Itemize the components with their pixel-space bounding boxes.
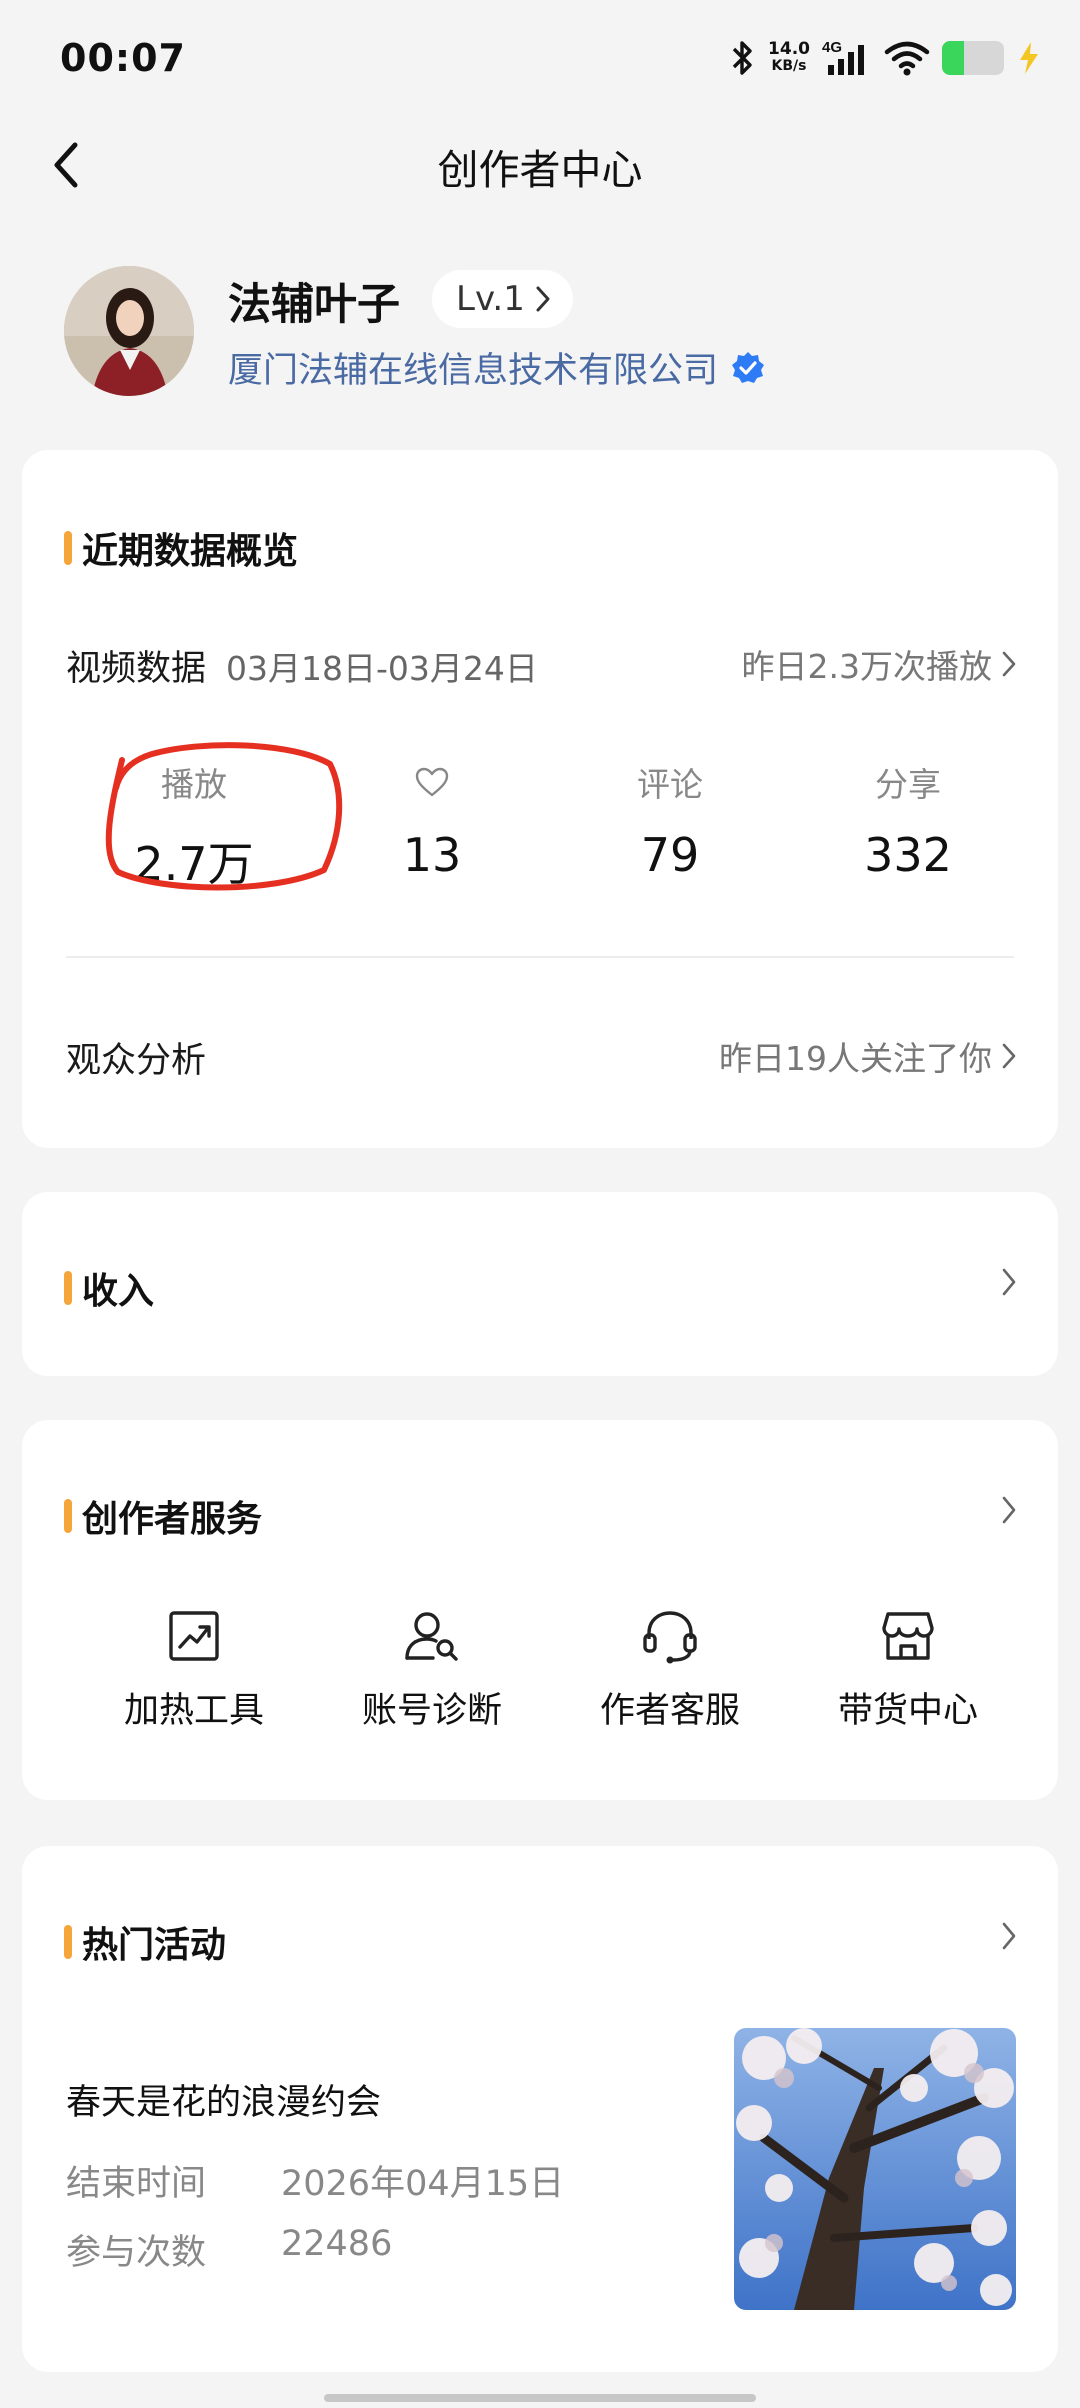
- activity-item[interactable]: 春天是花的浪漫约会 结束时间 2026年04月15日 参与次数 22486: [66, 2074, 564, 2275]
- overview-title: 近期数据概览: [64, 522, 298, 574]
- end-time-value: 2026年04月15日: [281, 2164, 565, 2204]
- chevron-right-icon: [536, 286, 550, 312]
- chevron-right-icon[interactable]: [1002, 1922, 1016, 1950]
- store-icon: [882, 1612, 934, 1660]
- video-data-row: 视频数据 03月18日-03月24日: [66, 640, 538, 691]
- chevron-right-icon: [1002, 651, 1016, 677]
- signal-icon: 4G: [822, 39, 864, 75]
- service-account-diagnosis[interactable]: 账号诊断: [322, 1606, 542, 1733]
- chevron-right-icon[interactable]: [1002, 1496, 1016, 1524]
- stat-comments[interactable]: 评论 79: [560, 762, 780, 882]
- accent-bar: [64, 1925, 72, 1959]
- activities-title: 热门活动: [64, 1916, 226, 1968]
- net-speed: 14.0 KB/s: [768, 39, 810, 75]
- level-label: Lv.1: [456, 279, 525, 319]
- stat-shares[interactable]: 分享 332: [798, 762, 1018, 882]
- heart-icon: [415, 767, 449, 797]
- highlight-circle-annotation: [105, 742, 343, 891]
- charging-icon: [1020, 42, 1038, 74]
- cherry-blossom-image: [734, 2028, 1016, 2310]
- company-row[interactable]: 厦门法辅在线信息技术有限公司: [228, 342, 766, 393]
- headset-icon: [643, 1611, 697, 1664]
- service-label: 账号诊断: [361, 1691, 502, 1731]
- chevron-right-icon: [1002, 1043, 1016, 1069]
- user-search-icon: [405, 1612, 458, 1661]
- service-label: 加热工具: [123, 1691, 264, 1731]
- creator-services-card: 创作者服务 加热工具 账号诊断 作者客服 带货中心: [22, 1420, 1058, 1800]
- accent-bar: [64, 1499, 72, 1533]
- overview-card: 近期数据概览 视频数据 03月18日-03月24日 昨日2.3万次播放 播放 2…: [22, 450, 1058, 1148]
- service-author-support[interactable]: 作者客服: [560, 1606, 780, 1733]
- company-name: 厦门法辅在线信息技术有限公司: [228, 351, 719, 391]
- audience-analysis-link[interactable]: 昨日19人关注了你: [719, 1032, 1016, 1080]
- services-title: 创作者服务: [64, 1490, 262, 1542]
- hot-activities-card: 热门活动 春天是花的浪漫约会 结束时间 2026年04月15日 参与次数 224…: [22, 1846, 1058, 2372]
- avatar[interactable]: [64, 266, 194, 396]
- service-boost-tool[interactable]: 加热工具: [84, 1606, 304, 1733]
- network-type: 4G: [822, 39, 842, 56]
- activity-end-row: 结束时间 2026年04月15日: [66, 2155, 564, 2206]
- wifi-icon: [884, 41, 930, 76]
- yesterday-plays-link[interactable]: 昨日2.3万次播放: [742, 640, 1016, 688]
- user-name: 法辅叶子: [228, 280, 400, 330]
- activity-count-row: 参与次数 22486: [66, 2224, 564, 2275]
- stat-label: 评论: [637, 765, 703, 804]
- video-data-label: 视频数据: [66, 649, 207, 689]
- stat-value: 332: [864, 828, 952, 882]
- activity-title: 春天是花的浪漫约会: [66, 2083, 382, 2123]
- stat-value: 79: [640, 828, 700, 882]
- audience-analysis-label: 观众分析: [66, 1041, 207, 1081]
- income-title: 收入: [64, 1262, 154, 1314]
- end-time-label: 结束时间: [66, 2164, 207, 2204]
- home-indicator[interactable]: [324, 2394, 756, 2402]
- service-sales-center[interactable]: 带货中心: [798, 1606, 1018, 1733]
- service-label: 作者客服: [599, 1691, 740, 1731]
- accent-bar: [64, 1271, 72, 1305]
- status-time: 00:07: [60, 36, 186, 80]
- divider: [66, 956, 1014, 958]
- verified-badge-icon: [732, 351, 765, 383]
- bluetooth-icon: [732, 41, 752, 75]
- audience-note: 昨日19人关注了你: [719, 1039, 992, 1078]
- stat-label: 分享: [875, 765, 941, 804]
- trend-chart-icon: [169, 1611, 219, 1661]
- income-card[interactable]: 收入: [22, 1192, 1058, 1376]
- participation-value: 22486: [281, 2224, 393, 2264]
- participation-label: 参与次数: [66, 2233, 207, 2273]
- status-icons: 14.0 KB/s 4G: [730, 38, 1042, 78]
- chevron-right-icon: [1002, 1268, 1016, 1296]
- battery-icon: [942, 41, 1004, 75]
- accent-bar: [64, 531, 72, 565]
- page-title: 创作者中心: [437, 146, 643, 194]
- date-range[interactable]: 03月18日-03月24日: [226, 642, 538, 690]
- level-badge[interactable]: Lv.1: [432, 270, 573, 328]
- service-label: 带货中心: [837, 1691, 978, 1731]
- activity-thumbnail[interactable]: [734, 2028, 1016, 2310]
- yesterday-plays-text: 昨日2.3万次播放: [741, 647, 992, 686]
